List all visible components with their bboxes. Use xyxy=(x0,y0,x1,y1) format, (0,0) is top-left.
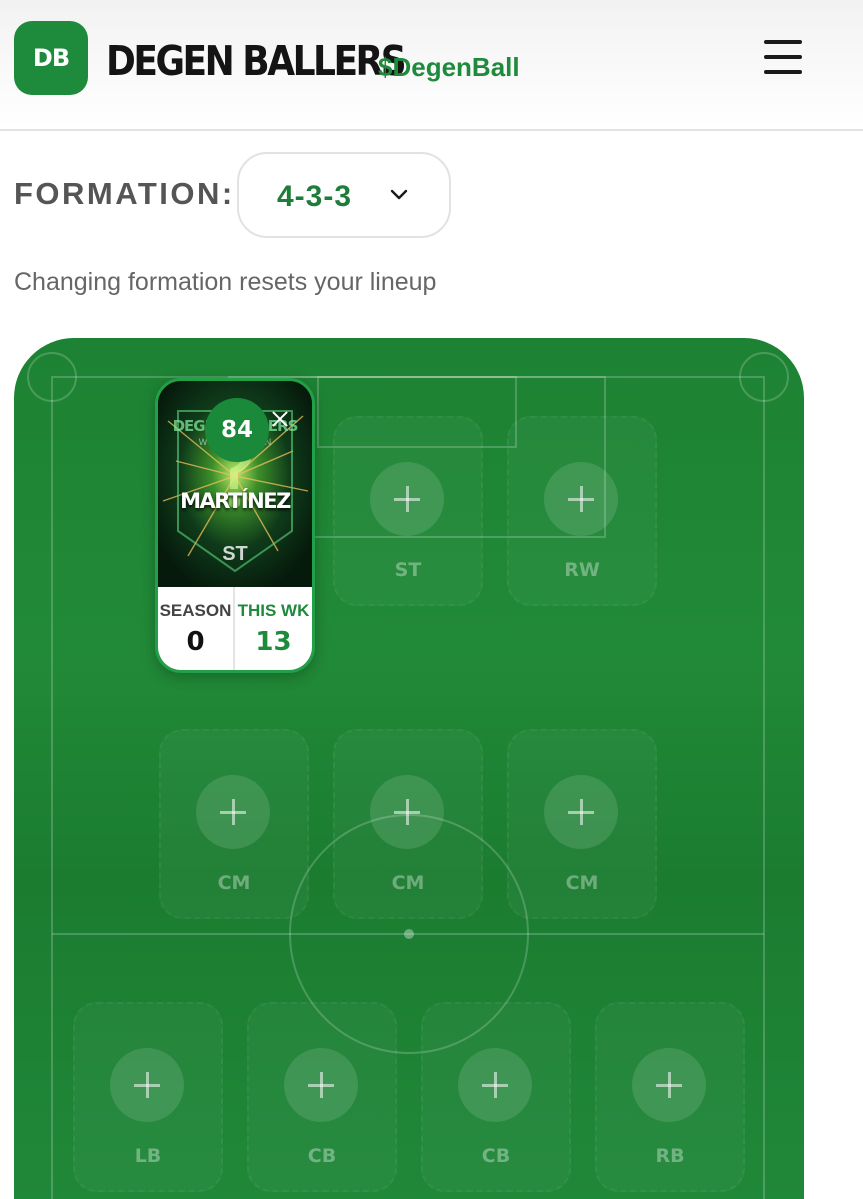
player-position: ST xyxy=(222,543,248,565)
chevron-down-icon xyxy=(390,189,408,200)
slot-position-label: CB xyxy=(307,1145,337,1167)
app-header: DB DEGEN BALLERS $DegenBall xyxy=(0,0,863,131)
add-player-button[interactable] xyxy=(544,462,618,536)
player-name: MARTÍNEZ xyxy=(180,489,291,513)
formation-label: FORMATION: xyxy=(14,176,235,211)
add-player-button[interactable] xyxy=(110,1048,184,1122)
formation-dropdown[interactable]: 4-3-3 xyxy=(237,152,451,238)
player-stats: SEASON 0 THIS WK 13 xyxy=(158,587,312,670)
formation-value: 4-3-3 xyxy=(277,180,353,213)
token-ticker[interactable]: $DegenBall xyxy=(378,52,520,83)
season-stat: SEASON 0 xyxy=(158,587,235,670)
add-player-button[interactable] xyxy=(196,775,270,849)
slot-position-label: CM xyxy=(565,872,599,894)
slot-position-label: LB xyxy=(134,1145,162,1167)
add-player-button[interactable] xyxy=(544,775,618,849)
logo-badge[interactable]: DB xyxy=(14,21,88,95)
add-player-button[interactable] xyxy=(284,1048,358,1122)
add-player-button[interactable] xyxy=(632,1048,706,1122)
slot-position-label: CB xyxy=(481,1145,511,1167)
formation-hint: Changing formation resets your lineup xyxy=(14,268,437,296)
slot-cm-center: CM xyxy=(333,729,483,919)
slot-position-label: RW xyxy=(564,559,600,581)
season-value: 0 xyxy=(186,627,205,657)
week-label: THIS WK xyxy=(237,601,310,620)
add-player-button[interactable] xyxy=(370,462,444,536)
brand-name: DEGEN BALLERS xyxy=(106,38,407,86)
week-stat: THIS WK 13 xyxy=(235,587,312,670)
week-value: 13 xyxy=(255,627,292,657)
slot-position-label: CM xyxy=(217,872,251,894)
slot-rb: RB xyxy=(595,1002,745,1192)
add-player-button[interactable] xyxy=(458,1048,532,1122)
player-card[interactable]: DEGEN BALLERS WORLD EDITION 84 MARTÍNEZ … xyxy=(155,378,315,673)
slot-cm-left: CM xyxy=(159,729,309,919)
slot-cm-right: CM xyxy=(507,729,657,919)
season-label: SEASON xyxy=(159,601,232,620)
logo-initials: DB xyxy=(32,44,70,72)
slot-lb: LB xyxy=(73,1002,223,1192)
slot-position-label: RB xyxy=(655,1145,685,1167)
slot-cb-right: CB xyxy=(421,1002,571,1192)
slot-st: ST xyxy=(333,416,483,606)
hamburger-menu-icon[interactable] xyxy=(760,36,806,78)
close-icon[interactable] xyxy=(262,401,298,437)
add-player-button[interactable] xyxy=(370,775,444,849)
slot-position-label: CM xyxy=(391,872,425,894)
slot-cb-left: CB xyxy=(247,1002,397,1192)
slot-position-label: ST xyxy=(394,559,422,581)
football-pitch: ST RW CM CM CM LB CB CB RB xyxy=(14,338,804,1199)
player-rating-badge: 84 xyxy=(205,398,269,462)
slot-rw: RW xyxy=(507,416,657,606)
